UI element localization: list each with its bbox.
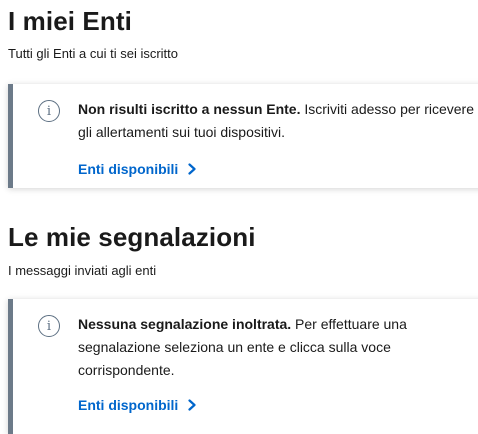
- chevron-right-icon: [188, 399, 196, 411]
- enti-notice-text: Non risulti iscritto a nessun Ente. Iscr…: [78, 98, 478, 144]
- enti-notice-bold: Non risulti iscritto a nessun Ente.: [78, 101, 301, 117]
- info-icon: i: [38, 315, 60, 337]
- segnalazioni-subtitle: I messaggi inviati agli enti: [8, 263, 157, 278]
- segnalazioni-notice-bold: Nessuna segnalazione inoltrata.: [78, 316, 292, 332]
- segnalazioni-enti-disponibili-label: Enti disponibili: [78, 397, 179, 413]
- segnalazioni-enti-disponibili-link[interactable]: Enti disponibili: [78, 397, 198, 413]
- enti-subtitle: Tutti gli Enti a cui ti sei iscritto: [8, 46, 179, 61]
- enti-title: I miei Enti: [8, 6, 132, 36]
- info-icon: i: [38, 100, 60, 122]
- segnalazioni-notice-text: Nessuna segnalazione inoltrata. Per effe…: [78, 313, 431, 382]
- enti-disponibili-link[interactable]: Enti disponibili: [78, 161, 198, 177]
- enti-notice: i Non risulti iscritto a nessun Ente. Is…: [8, 84, 478, 188]
- enti-disponibili-label: Enti disponibili: [78, 161, 179, 177]
- segnalazioni-notice: i Nessuna segnalazione inoltrata. Per ef…: [8, 299, 478, 434]
- segnalazioni-title: Le mie segnalazioni: [8, 222, 256, 252]
- chevron-right-icon: [188, 163, 196, 175]
